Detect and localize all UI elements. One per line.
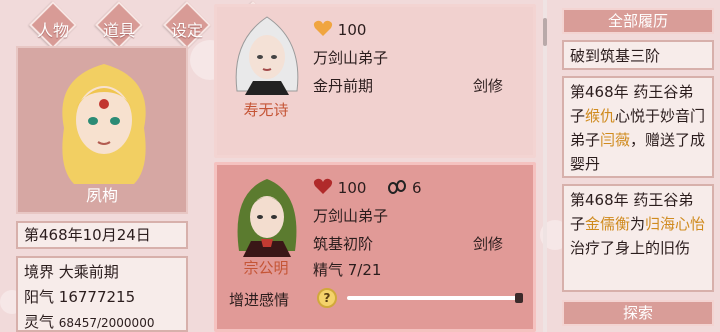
character-name: 宗公明 xyxy=(243,259,289,277)
list-scrollbar[interactable] xyxy=(543,0,547,332)
history-text: 治疗了身上的旧伤 xyxy=(570,239,691,257)
yang-value: 16777215 xyxy=(58,288,136,306)
yang-label: 阳气 xyxy=(24,288,55,306)
progress-slider-handle[interactable] xyxy=(515,293,524,303)
all-history-button[interactable]: 全部履历 xyxy=(562,8,714,34)
nav-settings-button[interactable]: 设定 xyxy=(156,0,216,50)
ling-label: 灵气 xyxy=(24,313,55,331)
affection-progress-area: 增进感情 ? xyxy=(223,285,533,311)
heart-icon xyxy=(313,20,333,36)
history-person-name[interactable]: 金儒衡 xyxy=(585,215,630,233)
nav-settings-label: 设定 xyxy=(170,21,203,40)
nav-items-label: 道具 xyxy=(102,21,135,40)
realm-row: 境界 大乘前期 xyxy=(24,260,180,285)
player-stats-panel: 境界 大乘前期 阳气 16777215 灵气 68457/2000000 xyxy=(16,256,188,332)
character-role: 剑修 xyxy=(473,77,504,95)
explore-button[interactable]: 探索 xyxy=(562,300,714,326)
history-entry-text: 破到筑基三阶 xyxy=(570,47,661,65)
character-essence: 精气 7/21 xyxy=(313,261,382,279)
bond-chain-icon xyxy=(388,180,407,194)
affection-value: 100 xyxy=(337,21,367,39)
history-entry: 破到筑基三阶 xyxy=(562,40,714,70)
realm-value: 大乘前期 xyxy=(58,263,119,281)
character-portrait xyxy=(235,16,299,95)
character-portrait xyxy=(237,179,297,257)
game-date: 第468年10月24日 xyxy=(16,221,188,249)
heart-icon xyxy=(313,178,333,194)
player-portrait-panel[interactable]: 夙栒 xyxy=(16,46,188,214)
affection-value: 100 xyxy=(337,179,367,197)
history-entry: 第468年 药王谷弟子金儒衡为归海心怡治疗了身上的旧伤 xyxy=(562,184,714,292)
yang-row: 阳气 16777215 xyxy=(24,285,180,310)
history-panel: 全部履历 破到筑基三阶 第468年 药王谷弟子缑仇心悦于妙音门弟子闫薇，赠送了成… xyxy=(560,4,720,332)
character-role: 剑修 xyxy=(473,235,504,253)
history-person-name[interactable]: 缑仇 xyxy=(585,107,615,125)
character-sect: 万剑山弟子 xyxy=(313,207,389,225)
affection-progress-bar xyxy=(347,296,523,300)
bond-value: 6 xyxy=(411,179,422,197)
history-person-name[interactable]: 闫薇 xyxy=(600,131,630,149)
list-scrollbar-thumb[interactable] xyxy=(543,18,547,46)
affection-row: 100 6 xyxy=(313,177,422,197)
character-card-selected[interactable]: 宗公明 100 6 万剑山弟子 筑基初阶 剑修 精气 7/21 增进感情 ? xyxy=(214,162,536,332)
history-entry: 第468年 药王谷弟子缑仇心悦于妙音门弟子闫薇，赠送了成婴丹 xyxy=(562,76,714,178)
ling-row: 灵气 68457/2000000 xyxy=(24,310,180,332)
help-icon[interactable]: ? xyxy=(317,288,337,308)
character-realm: 金丹前期 xyxy=(313,77,374,95)
nav-characters-button[interactable]: 人物 xyxy=(22,0,82,50)
character-realm: 筑基初阶 xyxy=(313,235,374,253)
character-card[interactable]: 寿无诗 100 万剑山弟子 金丹前期 剑修 xyxy=(214,4,536,158)
increase-affection-label: 增进感情 xyxy=(229,291,290,309)
history-text: 为 xyxy=(630,215,646,233)
nav-characters-label: 人物 xyxy=(36,21,69,40)
player-portrait xyxy=(62,64,146,184)
affection-row: 100 xyxy=(313,19,366,39)
nav-items-button[interactable]: 道具 xyxy=(88,0,148,50)
realm-label: 境界 xyxy=(24,263,55,281)
character-name: 寿无诗 xyxy=(243,101,289,119)
character-sect: 万剑山弟子 xyxy=(313,49,389,67)
player-name: 夙栒 xyxy=(85,186,118,205)
ling-value: 68457/2000000 xyxy=(58,316,155,330)
history-person-name[interactable]: 归海心怡 xyxy=(645,215,705,233)
